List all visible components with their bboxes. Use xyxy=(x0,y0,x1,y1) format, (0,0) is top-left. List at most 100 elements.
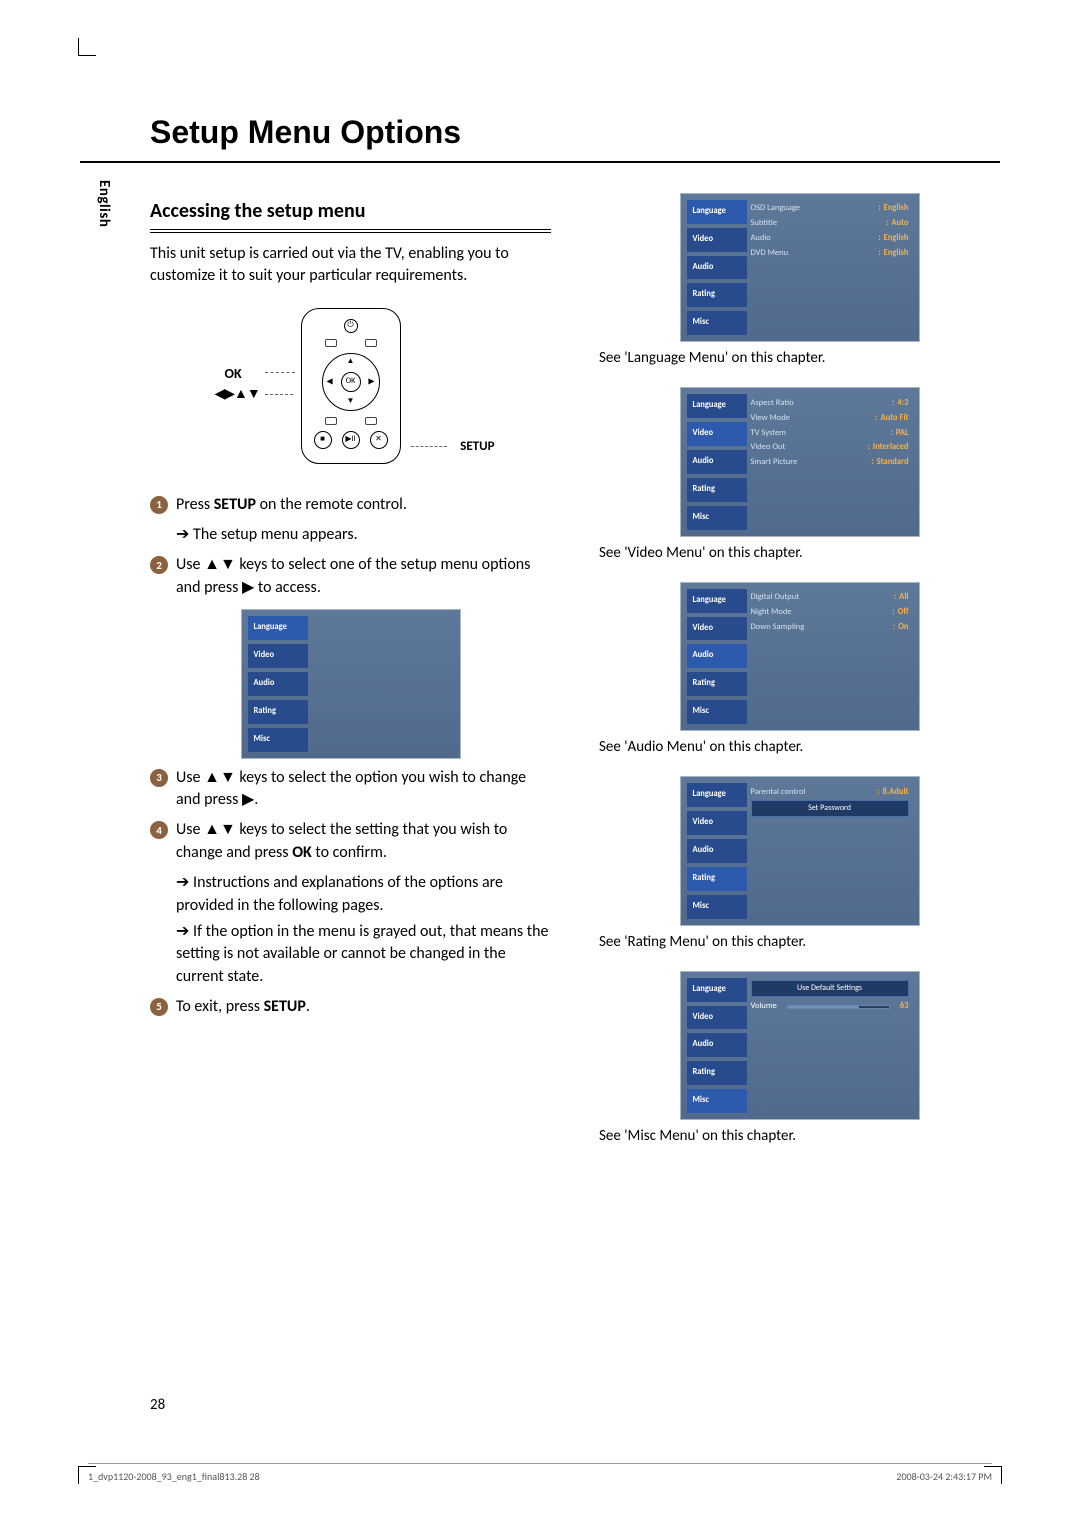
tab-rating: Rating xyxy=(248,700,308,724)
right-column: Language Video Audio Rating Misc OSD Lan… xyxy=(599,183,1000,1165)
step-number-icon: 5 xyxy=(150,998,168,1016)
menu-row: Video Out:Interlaced xyxy=(751,441,909,456)
tab-video: Video xyxy=(687,811,747,835)
menu-value: Off xyxy=(898,607,909,619)
misc-menu-caption: See 'Misc Menu' on this chapter. xyxy=(599,1126,1000,1147)
step-number-icon: 2 xyxy=(150,556,168,574)
menu-row: OSD Language:English xyxy=(751,202,909,217)
menu-body: Digital Output:All Night Mode:Off Down S… xyxy=(747,589,913,724)
page-number: 28 xyxy=(150,1395,165,1416)
menu-key: Digital Output xyxy=(751,592,894,604)
step-4-note-2: ➔ If the option in the menu is grayed ou… xyxy=(150,921,551,988)
menu-value: On xyxy=(898,622,908,634)
menu-value: 8.Adult xyxy=(883,787,909,799)
section-title: Accessing the setup menu xyxy=(150,197,551,233)
menu-key: DVD Menu xyxy=(751,248,879,260)
tab-video: Video xyxy=(248,644,308,668)
step-text: To exit, press SETUP. xyxy=(176,996,551,1018)
menu-key: Night Mode xyxy=(751,607,893,619)
menu-body: Use Default Settings Volume 63 xyxy=(747,978,913,1113)
page: English Setup Menu Options Accessing the… xyxy=(0,0,1080,1524)
button-row xyxy=(325,339,377,347)
diagram-label-setup: SETUP xyxy=(460,438,494,456)
text: If the option in the menu is grayed out,… xyxy=(176,922,548,986)
menu-row: Subtitle:Auto xyxy=(751,217,909,232)
arrow-down-icon: ▼ xyxy=(347,396,355,407)
remote-outline: ⏻ ▲ ▼ ◀ ▶ OK xyxy=(301,308,401,464)
tab-audio: Audio xyxy=(687,450,747,474)
rating-menu-caption: See 'Rating Menu' on this chapter. xyxy=(599,932,1000,953)
menu-value: Auto xyxy=(891,218,908,230)
menu-key: Subtitle xyxy=(751,218,886,230)
left-column: Accessing the setup menu This unit setup… xyxy=(150,183,551,1165)
text: to confirm. xyxy=(312,843,387,862)
menu-row: Audio:English xyxy=(751,232,909,247)
menu-tabs: Language Video Audio Rating Misc xyxy=(687,589,747,724)
menu-row: Down Sampling:On xyxy=(751,620,909,635)
menu-row: Smart Picture:Standard xyxy=(751,456,909,471)
arrow-icon: ➔ xyxy=(176,873,193,892)
video-menu-caption: See 'Video Menu' on this chapter. xyxy=(599,543,1000,564)
step-5: 5 To exit, press SETUP. xyxy=(150,996,551,1018)
menu-row: Digital Output:All xyxy=(751,591,909,606)
volume-slider xyxy=(787,1005,890,1009)
menu-body: OSD Language:English Subtitle:Auto Audio… xyxy=(747,200,913,335)
tab-misc: Misc xyxy=(248,728,308,752)
menu-value: English xyxy=(884,203,909,215)
tab-misc: Misc xyxy=(687,895,747,919)
menu-key: TV System xyxy=(751,428,891,440)
return-button xyxy=(325,417,337,425)
menu-key: Audio xyxy=(751,233,879,245)
tab-language: Language xyxy=(687,589,747,613)
tab-audio: Audio xyxy=(687,1033,747,1057)
keyword: SETUP xyxy=(264,997,306,1016)
menu-body: Aspect Ratio:4:3 View Mode:Auto Fit TV S… xyxy=(747,394,913,529)
menu-value: All xyxy=(899,592,908,604)
power-icon: ⏻ xyxy=(344,319,358,333)
tab-misc: Misc xyxy=(687,311,747,335)
tab-audio: Audio xyxy=(687,839,747,863)
menu-tabs: Language Video Audio Rating Misc xyxy=(248,616,308,751)
text: Press xyxy=(176,495,214,514)
menu-key: View Mode xyxy=(751,413,876,425)
set-password-banner: Set Password xyxy=(751,800,909,817)
menu-value: Auto Fit xyxy=(880,413,908,425)
tab-language: Language xyxy=(687,978,747,1002)
menu-body xyxy=(308,616,454,751)
arrow-icon: ➔ xyxy=(176,922,193,941)
disc-menu-button xyxy=(325,339,337,347)
tab-rating: Rating xyxy=(687,283,747,307)
display-button xyxy=(365,339,377,347)
volume-fill xyxy=(788,1006,859,1008)
menu-key: Video Out xyxy=(751,442,868,454)
arrow-icon: ➔ xyxy=(176,525,193,544)
step-4: 4 Use ▲▼ keys to select the setting that… xyxy=(150,819,551,864)
menu-value: English xyxy=(884,233,909,245)
footer-left: 1_dvp1120-2008_93_eng1_final813.28 28 xyxy=(88,1470,260,1484)
volume-value: 63 xyxy=(900,1001,909,1013)
menu-tabs: Language Video Audio Rating Misc xyxy=(687,200,747,335)
leader-line xyxy=(265,372,295,373)
menu-body: Parental control:8.Adult Set Password xyxy=(747,783,913,918)
menu-key: Down Sampling xyxy=(751,622,893,634)
tab-language: Language xyxy=(687,200,747,224)
language-indicator: English xyxy=(93,180,114,227)
language-menu-screenshot: Language Video Audio Rating Misc OSD Lan… xyxy=(680,193,920,342)
misc-menu-screenshot: Language Video Audio Rating Misc Use Def… xyxy=(680,971,920,1120)
menu-key: Smart Picture xyxy=(751,457,872,469)
step-2: 2 Use ▲▼ keys to select one of the setup… xyxy=(150,554,551,599)
menu-value: English xyxy=(884,248,909,260)
step-text: Use ▲▼ keys to select the option you wis… xyxy=(176,767,551,812)
step-number-icon: 3 xyxy=(150,769,168,787)
tab-video: Video xyxy=(687,422,747,446)
content-columns: Accessing the setup menu This unit setup… xyxy=(80,183,1000,1165)
step-text: Use ▲▼ keys to select the setting that y… xyxy=(176,819,551,864)
arrow-up-icon: ▲ xyxy=(347,356,355,367)
tab-audio: Audio xyxy=(248,672,308,696)
page-title: Setup Menu Options xyxy=(80,110,1000,163)
diagram-arrows: ◀▶▲▼ xyxy=(215,384,260,404)
tab-misc: Misc xyxy=(687,700,747,724)
dpad: ▲ ▼ ◀ ▶ OK xyxy=(322,353,380,411)
tab-video: Video xyxy=(687,1006,747,1030)
arrow-right-icon: ▶ xyxy=(368,376,374,387)
